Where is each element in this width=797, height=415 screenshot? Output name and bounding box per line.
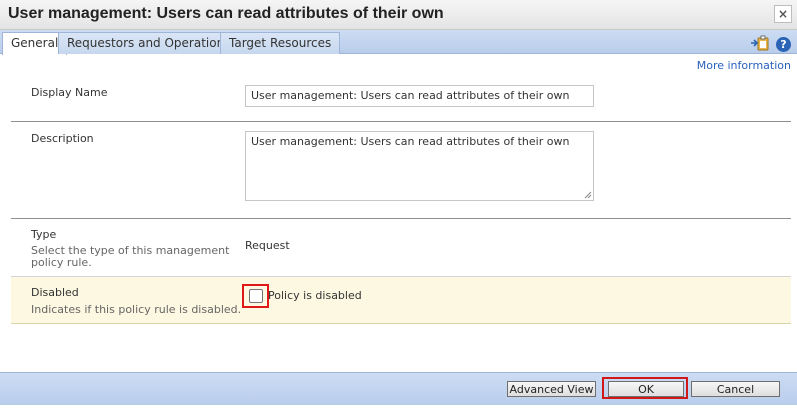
disabled-description: Indicates if this policy rule is disable… xyxy=(31,303,242,316)
ok-button[interactable]: OK xyxy=(608,381,684,397)
close-icon[interactable]: × xyxy=(774,5,792,23)
advanced-view-button[interactable]: Advanced View xyxy=(507,381,596,397)
display-name-row: Display Name User management: Users can … xyxy=(11,74,791,122)
tab-bar-icons: ? xyxy=(750,35,791,54)
policy-disabled-checkbox[interactable] xyxy=(248,289,263,303)
display-name-label: Display Name xyxy=(31,86,108,99)
tab-requestors-and-operations[interactable]: Requestors and Operations xyxy=(58,32,240,54)
more-information-link[interactable]: More information xyxy=(697,59,791,72)
dialog-titlebar: User management: Users can read attribut… xyxy=(0,0,797,30)
disabled-label: Disabled xyxy=(31,286,79,299)
description-label: Description xyxy=(31,132,94,145)
display-name-input[interactable]: User management: Users can read attribut… xyxy=(245,85,594,107)
help-icon[interactable]: ? xyxy=(776,37,791,52)
resize-grip-icon[interactable] xyxy=(584,191,592,199)
dialog-title: User management: Users can read attribut… xyxy=(8,5,444,22)
bottom-strip xyxy=(0,405,797,415)
export-to-clipboard-icon[interactable] xyxy=(750,35,770,54)
policy-rule-dialog: User management: Users can read attribut… xyxy=(0,0,797,415)
type-description: Select the type of this management polic… xyxy=(31,244,230,269)
type-value: Request xyxy=(245,239,290,252)
description-row: Description User management: Users can r… xyxy=(11,122,791,219)
description-textarea[interactable]: User management: Users can read attribut… xyxy=(245,131,594,201)
description-text: User management: Users can read attribut… xyxy=(251,135,570,148)
type-row: Type Select the type of this management … xyxy=(11,219,791,277)
type-label: Type xyxy=(31,228,57,241)
disabled-row: Disabled Indicates if this policy rule i… xyxy=(11,277,791,324)
policy-disabled-checkbox-highlight xyxy=(242,284,269,308)
tab-bar: General Requestors and Operations Target… xyxy=(0,30,797,55)
tab-target-resources[interactable]: Target Resources xyxy=(220,32,341,54)
cancel-button[interactable]: Cancel xyxy=(691,381,780,397)
policy-disabled-label[interactable]: Policy is disabled xyxy=(268,289,362,302)
dialog-footer: Advanced View OK Cancel xyxy=(0,372,797,405)
